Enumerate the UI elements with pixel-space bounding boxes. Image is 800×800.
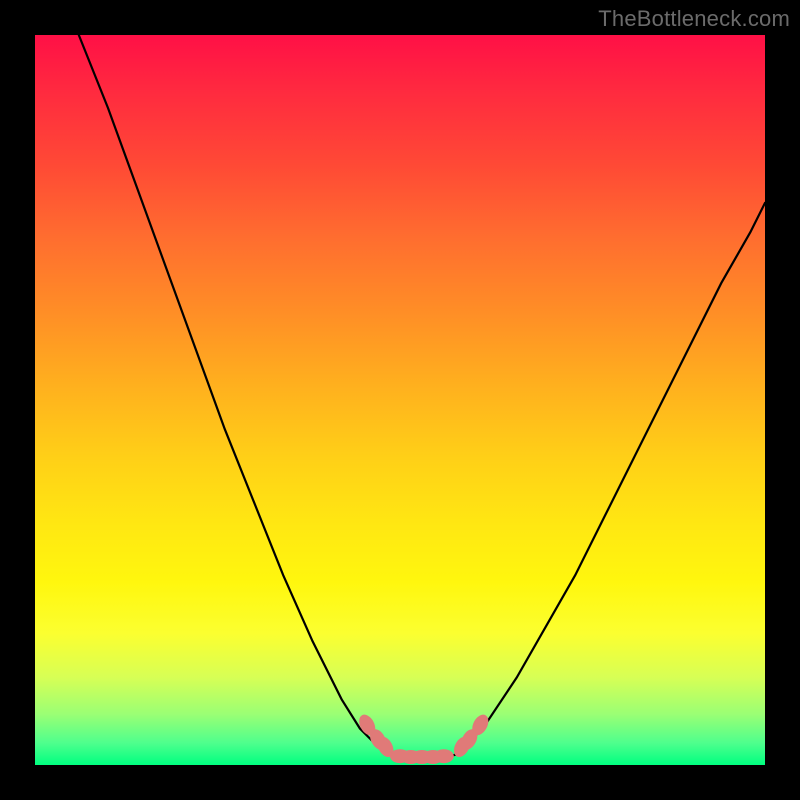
watermark-text: TheBottleneck.com — [598, 6, 790, 32]
marker-dot — [434, 749, 454, 763]
marker-group — [356, 712, 492, 764]
curve-svg — [35, 35, 765, 765]
plot-area — [35, 35, 765, 765]
left-curve — [79, 35, 375, 743]
right-curve — [469, 203, 765, 743]
chart-frame: TheBottleneck.com — [0, 0, 800, 800]
